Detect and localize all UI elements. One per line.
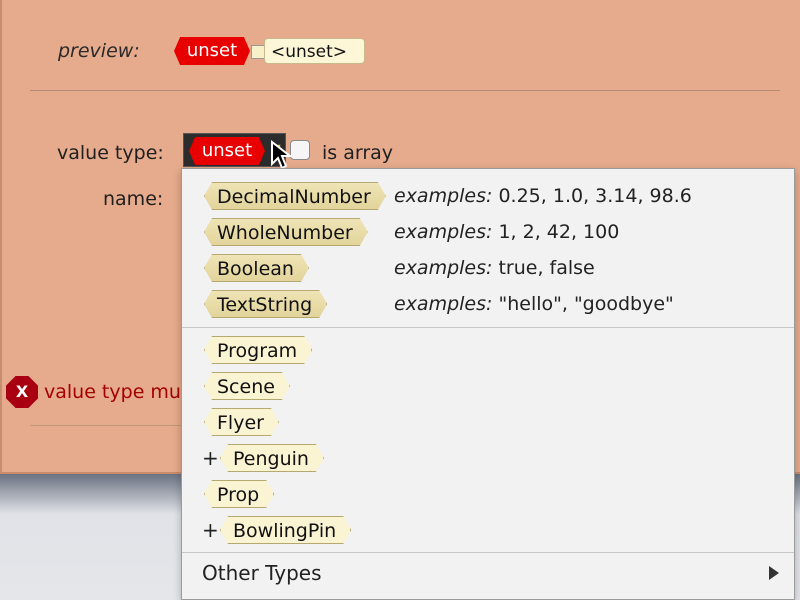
examples-boolean: examples: true, false xyxy=(394,257,595,279)
is-array-label: is array xyxy=(322,142,394,164)
examples-prefix: examples: xyxy=(394,293,493,315)
menu-item-other-types[interactable]: Other Types xyxy=(202,561,322,585)
menu-item-flyer[interactable]: Flyer xyxy=(204,408,279,436)
examples-values: true, false xyxy=(498,257,595,279)
examples-wholenumber: examples: 1, 2, 42, 100 xyxy=(394,221,619,243)
value-type-selected-tag[interactable]: unset xyxy=(189,137,265,165)
preview-unset-tag: unset xyxy=(174,37,250,65)
expand-penguin-icon[interactable]: + xyxy=(202,446,219,470)
menu-item-prop[interactable]: Prop xyxy=(204,480,274,508)
name-label: name: xyxy=(103,188,164,210)
preview-label: preview: xyxy=(58,40,140,62)
error-message: value type mus xyxy=(44,381,191,403)
menu-item-decimalnumber[interactable]: DecimalNumber xyxy=(204,182,386,210)
examples-textstring: examples: "hello", "goodbye" xyxy=(394,293,674,315)
preview-unset-value: <unset> xyxy=(264,38,365,64)
examples-decimalnumber: examples: 0.25, 1.0, 3.14, 98.6 xyxy=(394,185,692,207)
examples-values: 0.25, 1.0, 3.14, 98.6 xyxy=(498,185,692,207)
menu-item-penguin[interactable]: Penguin xyxy=(220,444,324,472)
type-dropdown-menu: DecimalNumber examples: 0.25, 1.0, 3.14,… xyxy=(181,168,795,600)
divider xyxy=(30,90,780,91)
menu-item-bowlingpin[interactable]: BowlingPin xyxy=(220,516,351,544)
value-type-label: value type: xyxy=(57,142,164,164)
examples-values: 1, 2, 42, 100 xyxy=(498,221,620,243)
menu-item-wholenumber[interactable]: WholeNumber xyxy=(204,218,368,246)
examples-prefix: examples: xyxy=(394,257,493,279)
error-icon: X xyxy=(6,376,38,408)
menu-item-program[interactable]: Program xyxy=(204,336,312,364)
examples-prefix: examples: xyxy=(394,221,493,243)
menu-item-boolean[interactable]: Boolean xyxy=(204,254,309,282)
expand-bowlingpin-icon[interactable]: + xyxy=(202,518,219,542)
mouse-cursor-icon xyxy=(271,140,292,170)
examples-values: "hello", "goodbye" xyxy=(498,293,674,315)
menu-item-textstring[interactable]: TextString xyxy=(204,290,327,318)
menu-item-scene[interactable]: Scene xyxy=(204,372,290,400)
is-array-checkbox[interactable] xyxy=(290,140,310,160)
examples-prefix: examples: xyxy=(394,185,493,207)
submenu-arrow-icon xyxy=(769,566,779,580)
menu-separator xyxy=(182,552,794,553)
menu-separator xyxy=(182,327,794,328)
